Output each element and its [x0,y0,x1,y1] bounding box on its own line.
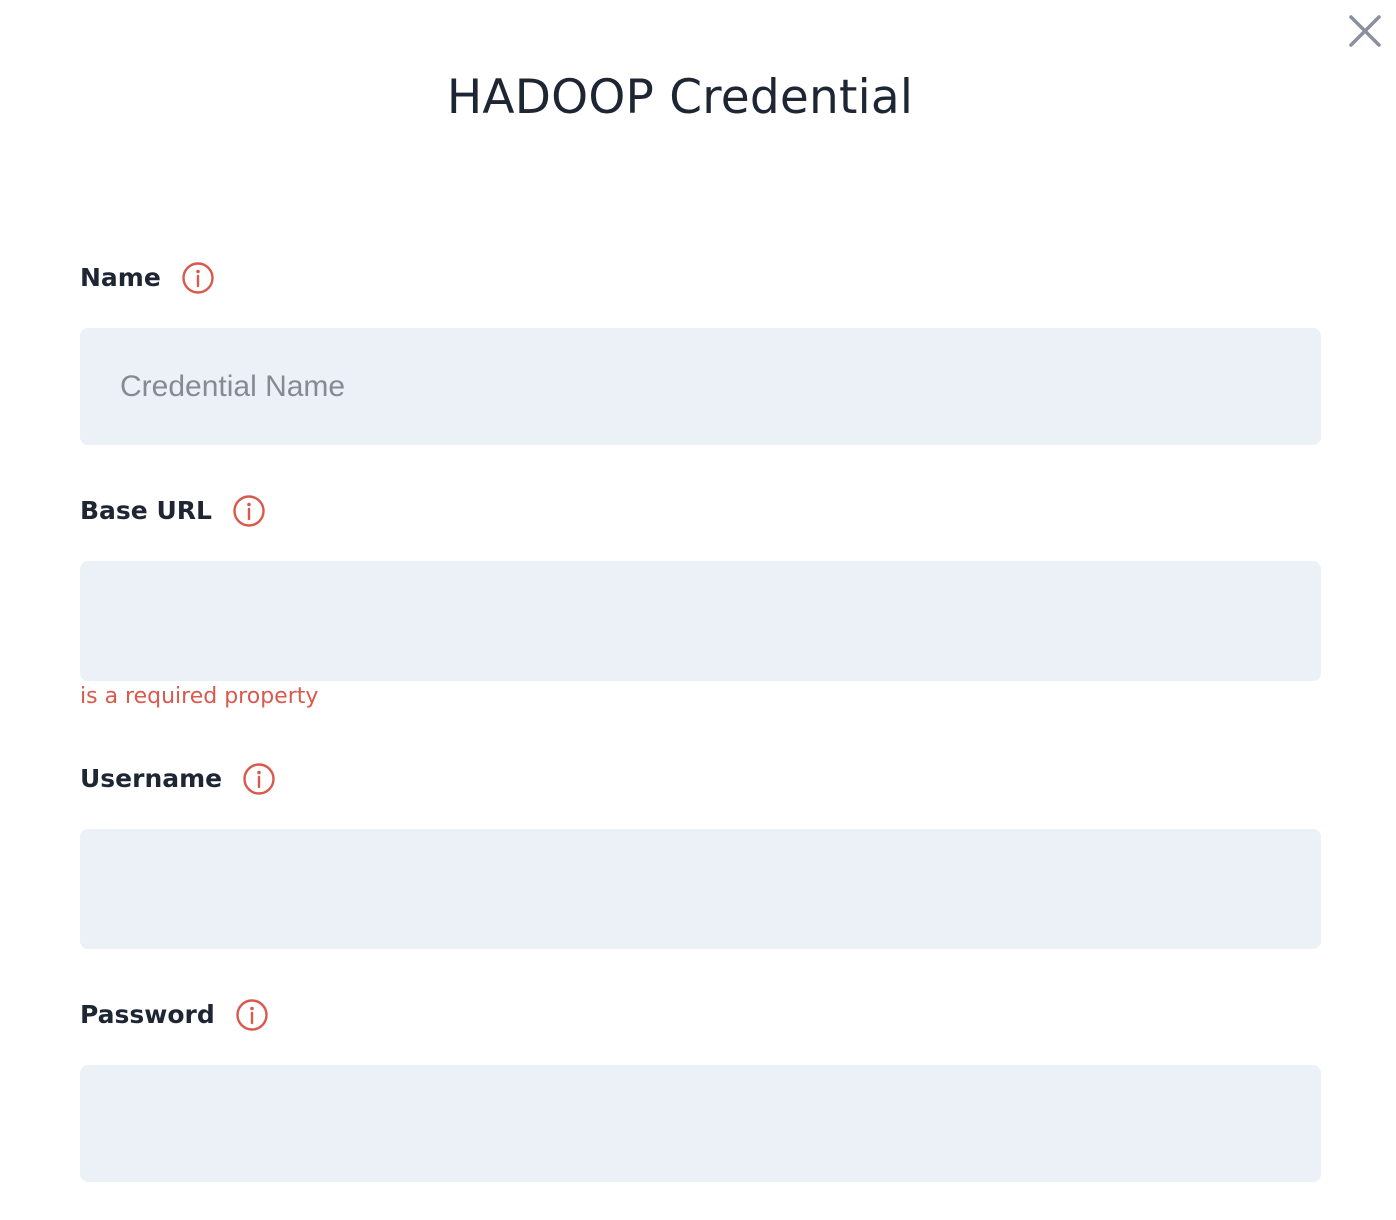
info-icon[interactable] [181,261,215,295]
close-button[interactable] [1344,10,1386,52]
base-url-error: is a required property [80,684,319,709]
password-input[interactable] [80,1065,1321,1182]
name-input[interactable] [80,328,1321,445]
info-icon[interactable] [232,494,266,528]
password-label-row: Password [80,995,269,1035]
info-icon[interactable] [242,762,276,796]
base-url-label-row: Base URL [80,491,266,531]
dialog-title: HADOOP Credential [446,70,914,125]
name-label-row: Name [80,258,215,298]
base-url-input[interactable] [80,561,1321,681]
base-url-label: Base URL [80,496,212,525]
info-icon[interactable] [235,998,269,1032]
username-label-row: Username [80,759,276,799]
close-icon [1349,15,1381,47]
name-label: Name [80,263,161,292]
username-input[interactable] [80,829,1321,949]
username-label: Username [80,764,223,793]
password-label: Password [80,1000,215,1029]
